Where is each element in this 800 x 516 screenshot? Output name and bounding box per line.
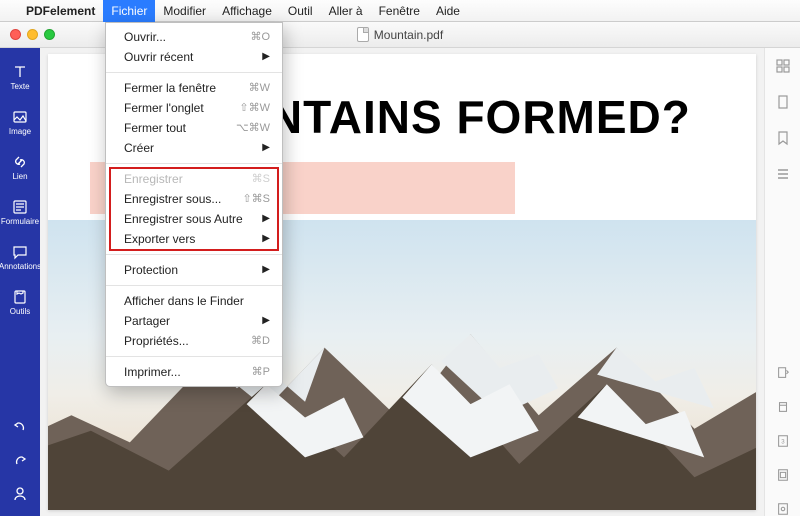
submenu-arrow-icon: ▶ [262, 139, 270, 157]
annotations-icon [12, 244, 28, 260]
submenu-arrow-icon: ▶ [262, 48, 270, 66]
menu-item-label: Protection [124, 261, 178, 279]
menu-item-label: Propriétés... [124, 332, 189, 350]
menu-group: Protection ▶ [106, 260, 282, 280]
menu-item-label: Partager [124, 312, 170, 330]
menu-fenetre[interactable]: Fenêtre [371, 0, 428, 22]
menu-affichage[interactable]: Affichage [214, 0, 280, 22]
menu-item-label: Fermer la fenêtre [124, 79, 216, 97]
form-icon [12, 199, 28, 215]
menu-item[interactable]: Fermer tout ⌥⌘W [106, 118, 282, 138]
submenu-arrow-icon: ▶ [262, 210, 270, 228]
page-fit-icon[interactable] [776, 468, 790, 482]
app-name[interactable]: PDFelement [18, 4, 103, 18]
menu-item-shortcut: ⌘P [252, 363, 270, 381]
text-icon [12, 64, 28, 80]
tool-texte[interactable]: Texte [0, 56, 40, 101]
window-zoom-button[interactable] [44, 29, 55, 40]
menu-item[interactable]: Protection ▶ [106, 260, 282, 280]
submenu-arrow-icon: ▶ [262, 230, 270, 248]
tool-label: Lien [12, 172, 27, 181]
menu-item-shortcut: ⌥⌘W [236, 119, 270, 137]
menu-item-label: Afficher dans le Finder [124, 292, 244, 310]
menu-item-label: Exporter vers [124, 230, 195, 248]
file-menu-dropdown: Ouvrir... ⌘O Ouvrir récent ▶ Fermer la fenêt… [105, 22, 283, 387]
mac-menubar: PDFelement Fichier Modifier Affichage Ou… [0, 0, 800, 22]
left-sidebar: Texte Image Lien Formulaire Annotations [0, 48, 40, 516]
tool-formulaire[interactable]: Formulaire [0, 191, 40, 236]
menu-item[interactable]: Fermer l'onglet ⇧⌘W [106, 98, 282, 118]
menu-item[interactable]: Fermer la fenêtre ⌘W [106, 78, 282, 98]
menu-item-label: Fermer l'onglet [124, 99, 204, 117]
menu-item-label: Imprimer... [124, 363, 181, 381]
menu-item[interactable]: Ouvrir récent ▶ [106, 47, 282, 67]
tool-outils[interactable]: Outils [0, 281, 40, 326]
menu-item[interactable]: Imprimer... ⌘P [106, 362, 282, 382]
file-icon [357, 27, 369, 42]
tool-label: Formulaire [1, 217, 39, 226]
tool-annotations[interactable]: Annotations [0, 236, 40, 281]
menu-item: Enregistrer ⌘S [106, 169, 282, 189]
image-icon [12, 109, 28, 125]
redo-icon[interactable] [12, 452, 28, 468]
menu-item[interactable]: Enregistrer sous... ⇧⌘S [106, 189, 282, 209]
submenu-arrow-icon: ▶ [262, 312, 270, 330]
tool-label: Image [9, 127, 31, 136]
menu-item-label: Créer [124, 139, 154, 157]
menu-modifier[interactable]: Modifier [155, 0, 214, 22]
traffic-lights [0, 29, 55, 40]
menu-item[interactable]: Partager ▶ [106, 311, 282, 331]
menu-group: Enregistrer⌘SEnregistrer sous...⇧⌘SEnreg… [106, 169, 282, 249]
menu-group: Imprimer... ⌘P [106, 362, 282, 382]
menu-item[interactable]: Enregistrer sous Autre ▶ [106, 209, 282, 229]
menu-item-shortcut: ⇧⌘S [242, 190, 270, 208]
tool-label: Outils [10, 307, 30, 316]
menu-item-label: Ouvrir récent [124, 48, 193, 66]
menu-group: Fermer la fenêtre⌘WFermer l'onglet⇧⌘WFer… [106, 78, 282, 158]
menu-item[interactable]: Propriétés... ⌘D [106, 331, 282, 351]
window-minimize-button[interactable] [27, 29, 38, 40]
menu-item[interactable]: Créer ▶ [106, 138, 282, 158]
menu-item-label: Enregistrer sous... [124, 190, 221, 208]
menu-item-label: Fermer tout [124, 119, 186, 137]
single-page-icon[interactable] [775, 94, 791, 110]
document-title-text: Mountain.pdf [374, 28, 443, 42]
list-icon[interactable] [775, 166, 791, 182]
menu-item-shortcut: ⌘W [249, 79, 270, 97]
menu-item-label: Enregistrer sous Autre [124, 210, 243, 228]
menu-item-shortcut: ⌘D [251, 332, 270, 350]
crop-icon[interactable] [776, 400, 790, 414]
undo-icon[interactable] [12, 418, 28, 434]
menu-item-label: Ouvrir... [124, 28, 166, 46]
tool-lien[interactable]: Lien [0, 146, 40, 191]
menu-aide[interactable]: Aide [428, 0, 468, 22]
tools-icon [12, 289, 28, 305]
thumbnails-icon[interactable] [775, 58, 791, 74]
svg-text:3: 3 [781, 439, 785, 446]
zoom-icon[interactable] [776, 502, 790, 516]
menu-fichier[interactable]: Fichier [103, 0, 155, 22]
menu-item[interactable]: Ouvrir... ⌘O [106, 27, 282, 47]
menu-group: Ouvrir... ⌘O Ouvrir récent ▶ [106, 27, 282, 67]
menu-item[interactable]: Exporter vers ▶ [106, 229, 282, 249]
tool-label: Texte [10, 82, 29, 91]
window-close-button[interactable] [10, 29, 21, 40]
menu-item-shortcut: ⇧⌘W [239, 99, 270, 117]
tool-label: Annotations [0, 262, 41, 271]
menu-item-shortcut: ⌘O [250, 28, 270, 46]
menu-item[interactable]: Afficher dans le Finder [106, 291, 282, 311]
menu-outil[interactable]: Outil [280, 0, 321, 22]
menu-item-shortcut: ⌘S [252, 170, 270, 188]
menu-group: Afficher dans le FinderPartager▶Propriét… [106, 291, 282, 351]
menu-aller-a[interactable]: Aller à [321, 0, 371, 22]
user-icon[interactable] [12, 486, 28, 502]
bookmark-icon[interactable] [775, 130, 791, 146]
link-icon [12, 154, 28, 170]
page-number-icon[interactable]: 3 [776, 434, 790, 448]
menu-item-label: Enregistrer [124, 170, 183, 188]
right-rail: 3 [764, 48, 800, 516]
export-icon[interactable] [776, 366, 790, 380]
tool-image[interactable]: Image [0, 101, 40, 146]
submenu-arrow-icon: ▶ [262, 261, 270, 279]
